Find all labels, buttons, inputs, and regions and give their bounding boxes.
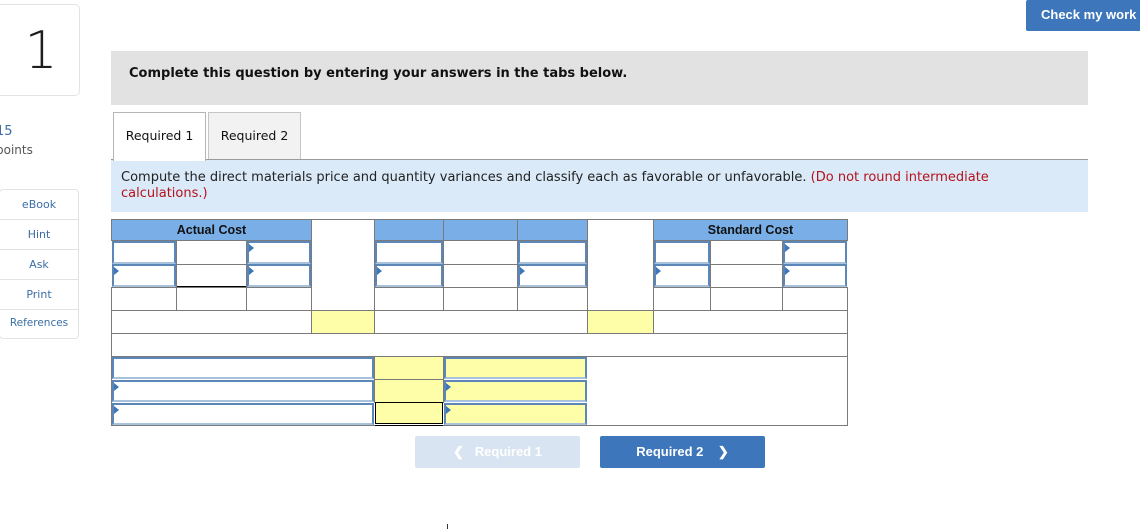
double-underline — [375, 425, 443, 426]
actual-row1-select[interactable] — [247, 241, 311, 264]
next-required-label: Required 2 — [636, 444, 704, 459]
price-variance-amount[interactable] — [311, 310, 375, 334]
ebook-link[interactable]: eBook — [0, 190, 78, 219]
references-link[interactable]: References — [0, 309, 78, 338]
row4-right-cell — [653, 310, 848, 334]
header-blank — [374, 219, 444, 241]
previous-required-label: Required 1 — [474, 444, 542, 459]
middle-row2-operator — [443, 264, 518, 288]
summary-row2-classification[interactable] — [444, 380, 587, 402]
actual-row3-cell — [176, 287, 247, 311]
standard-row1-select[interactable] — [783, 241, 847, 264]
summary-row2-amount[interactable] — [374, 379, 444, 403]
summary-row2-label-select[interactable] — [112, 380, 374, 402]
prompt-text: Compute the direct materials price and q… — [121, 170, 807, 185]
tools-panel: eBook Hint Ask Print References — [0, 189, 79, 339]
standard-row2-select-b[interactable] — [783, 264, 847, 287]
header-blank — [517, 219, 588, 241]
points-value: 15 — [0, 124, 13, 139]
actual-row1-operator — [176, 240, 247, 265]
text-cursor — [447, 524, 448, 529]
summary-row3-amount[interactable] — [375, 402, 443, 424]
question-number: 1 — [24, 21, 58, 81]
row4-mid-cell — [374, 310, 588, 334]
actual-row1-label-input[interactable] — [112, 241, 176, 264]
summary-row3-label-select[interactable] — [112, 403, 374, 425]
instructions-text: Complete this question by entering your … — [129, 66, 628, 81]
standard-row2-operator — [710, 264, 783, 288]
middle-row1-label-input[interactable] — [375, 241, 443, 264]
print-link[interactable]: Print — [0, 279, 78, 309]
question-prompt: Compute the direct materials price and q… — [111, 160, 1088, 212]
actual-row2-select-b[interactable] — [247, 264, 311, 287]
actual-row2-select[interactable] — [112, 264, 176, 287]
standard-row3-cell — [653, 287, 711, 311]
middle-row1-input[interactable] — [518, 241, 587, 264]
actual-row2-operator — [176, 264, 247, 288]
quantity-variance-amount[interactable] — [587, 310, 654, 334]
summary-row1-amount[interactable] — [374, 356, 444, 380]
header-blank — [443, 219, 518, 241]
middle-row2-select[interactable] — [375, 264, 443, 287]
next-required-button[interactable]: Required 2 ❯ — [600, 436, 765, 468]
actual-row3-cell — [111, 287, 177, 311]
summary-row1-classification[interactable] — [444, 357, 587, 379]
standard-cost-header: Standard Cost — [653, 219, 848, 241]
summary-row1-label-input[interactable] — [112, 357, 374, 379]
summary-row3-classification[interactable] — [444, 403, 587, 425]
check-my-work-button[interactable]: Check my work — [1026, 0, 1140, 31]
question-number-box: 1 — [0, 4, 80, 96]
hint-link[interactable]: Hint — [0, 219, 78, 249]
actual-row3-cell — [246, 287, 312, 311]
spacer-cell — [587, 219, 654, 311]
instructions-bar: Complete this question by entering your … — [111, 51, 1088, 105]
middle-row3-cell — [374, 287, 444, 311]
tab-required-2[interactable]: Required 2 — [208, 112, 301, 160]
chevron-right-icon: ❯ — [717, 444, 729, 459]
middle-row1-operator — [443, 240, 518, 265]
actual-cost-header: Actual Cost — [111, 219, 312, 241]
standard-row1-operator — [710, 240, 783, 265]
chevron-left-icon: ❮ — [453, 444, 464, 459]
spacer-cell — [311, 219, 375, 311]
points-label: points — [0, 143, 33, 157]
middle-row3-cell — [443, 287, 518, 311]
standard-row2-select[interactable] — [654, 264, 710, 287]
middle-row2-select-b[interactable] — [518, 264, 587, 287]
standard-row1-label-input[interactable] — [654, 241, 710, 264]
ask-link[interactable]: Ask — [0, 249, 78, 279]
tab-required-1[interactable]: Required 1 — [113, 112, 206, 161]
standard-row3-cell — [782, 287, 848, 311]
previous-required-button: ❮ Required 1 — [415, 436, 580, 468]
middle-row3-cell — [517, 287, 588, 311]
standard-row3-cell — [710, 287, 783, 311]
blank-row — [111, 333, 848, 357]
row4-left-cell — [111, 310, 312, 334]
